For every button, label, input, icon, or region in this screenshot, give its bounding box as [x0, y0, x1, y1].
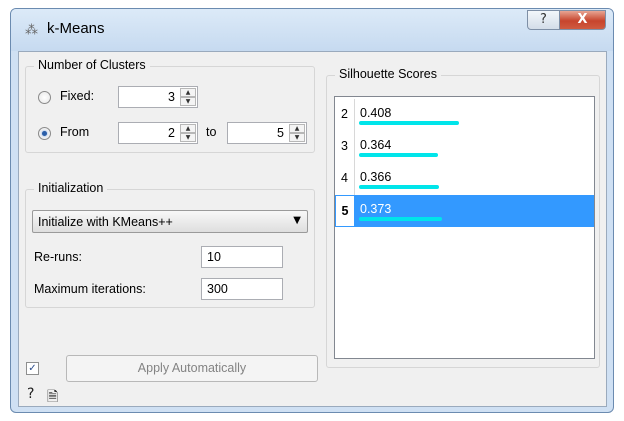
- spin-up-icon[interactable]: ▲: [180, 124, 196, 133]
- close-button[interactable]: X: [559, 10, 606, 30]
- fixed-spinbox[interactable]: 3 ▲ ▼: [118, 86, 198, 108]
- from-radio[interactable]: [38, 127, 51, 140]
- initialization-method-dropdown[interactable]: Initialize with KMeans++ ▼: [32, 210, 308, 233]
- silhouette-scores-group: Silhouette Scores 2 0.408 3 0.364 4 0.366 5 0.3…: [326, 67, 600, 368]
- silhouette-score: 0.373: [360, 202, 392, 216]
- cluster-count: 3: [335, 131, 355, 163]
- silhouette-score: 0.364: [360, 138, 392, 152]
- silhouette-score-bar: [359, 217, 442, 221]
- fixed-radio[interactable]: [38, 91, 51, 104]
- spin-down-icon[interactable]: ▼: [289, 133, 305, 142]
- silhouette-scores-legend: Silhouette Scores: [335, 67, 441, 81]
- spin-up-icon[interactable]: ▲: [180, 88, 196, 97]
- from-label: From: [60, 125, 90, 139]
- from-spinbox[interactable]: 2 ▲ ▼: [118, 122, 198, 144]
- initialization-method-value: Initialize with KMeans++: [38, 215, 173, 229]
- number-of-clusters-legend: Number of Clusters: [34, 58, 150, 72]
- fixed-label: Fixed:: [60, 89, 95, 103]
- apply-automatically-button[interactable]: Apply Automatically: [66, 355, 318, 382]
- silhouette-score: 0.366: [360, 170, 392, 184]
- initialization-legend: Initialization: [34, 181, 108, 195]
- silhouette-row[interactable]: 4 0.366: [335, 163, 594, 195]
- number-of-clusters-group: Number of Clusters Fixed: 3 ▲ ▼ From 2 ▲ ▼…: [25, 58, 315, 153]
- max-iterations-field[interactable]: 300: [201, 278, 283, 300]
- silhouette-score-bar: [359, 153, 438, 157]
- reruns-value: 10: [207, 250, 221, 264]
- from-value: 2: [168, 126, 175, 140]
- spin-down-icon[interactable]: ▼: [180, 133, 196, 142]
- fixed-spin-arrows[interactable]: ▲ ▼: [180, 88, 196, 106]
- initialization-group: Initialization Initialize with KMeans++ …: [25, 181, 315, 308]
- kmeans-window: ⁂ k-Means ? X Number of Clusters Fixed: …: [10, 8, 614, 413]
- fixed-value: 3: [168, 90, 175, 104]
- to-spin-arrows[interactable]: ▲ ▼: [289, 124, 305, 142]
- kmeans-app-icon: ⁂: [25, 22, 38, 37]
- cluster-count: 2: [335, 99, 355, 131]
- to-value: 5: [277, 126, 284, 140]
- max-iterations-label: Maximum iterations:: [34, 282, 146, 296]
- silhouette-score-bar: [359, 121, 459, 125]
- silhouette-score-bar: [359, 185, 439, 189]
- spin-down-icon[interactable]: ▼: [180, 97, 196, 106]
- help-icon[interactable]: ?: [27, 386, 34, 402]
- silhouette-score: 0.408: [360, 106, 392, 120]
- cluster-count: 5: [335, 195, 355, 227]
- silhouette-row[interactable]: 5 0.373: [335, 195, 594, 227]
- dialog-body: Number of Clusters Fixed: 3 ▲ ▼ From 2 ▲ ▼…: [18, 51, 607, 407]
- help-title-button[interactable]: ?: [527, 10, 560, 30]
- to-spinbox[interactable]: 5 ▲ ▼: [227, 122, 307, 144]
- window-title: k-Means: [47, 20, 105, 37]
- silhouette-row[interactable]: 3 0.364: [335, 131, 594, 163]
- from-spin-arrows[interactable]: ▲ ▼: [180, 124, 196, 142]
- reruns-field[interactable]: 10: [201, 246, 283, 268]
- spin-up-icon[interactable]: ▲: [289, 124, 305, 133]
- report-icon[interactable]: 🗎: [47, 386, 58, 410]
- title-bar: ⁂ k-Means ? X: [11, 9, 613, 51]
- max-iterations-value: 300: [207, 282, 228, 296]
- apply-automatically-checkbox[interactable]: ✓: [26, 362, 39, 375]
- cluster-count: 4: [335, 163, 355, 195]
- reruns-label: Re-runs:: [34, 250, 82, 264]
- to-label: to: [206, 125, 217, 139]
- silhouette-row[interactable]: 2 0.408: [335, 99, 594, 131]
- dropdown-arrow-icon: ▼: [293, 215, 301, 226]
- silhouette-scores-list[interactable]: 2 0.408 3 0.364 4 0.366 5 0.373: [334, 96, 595, 359]
